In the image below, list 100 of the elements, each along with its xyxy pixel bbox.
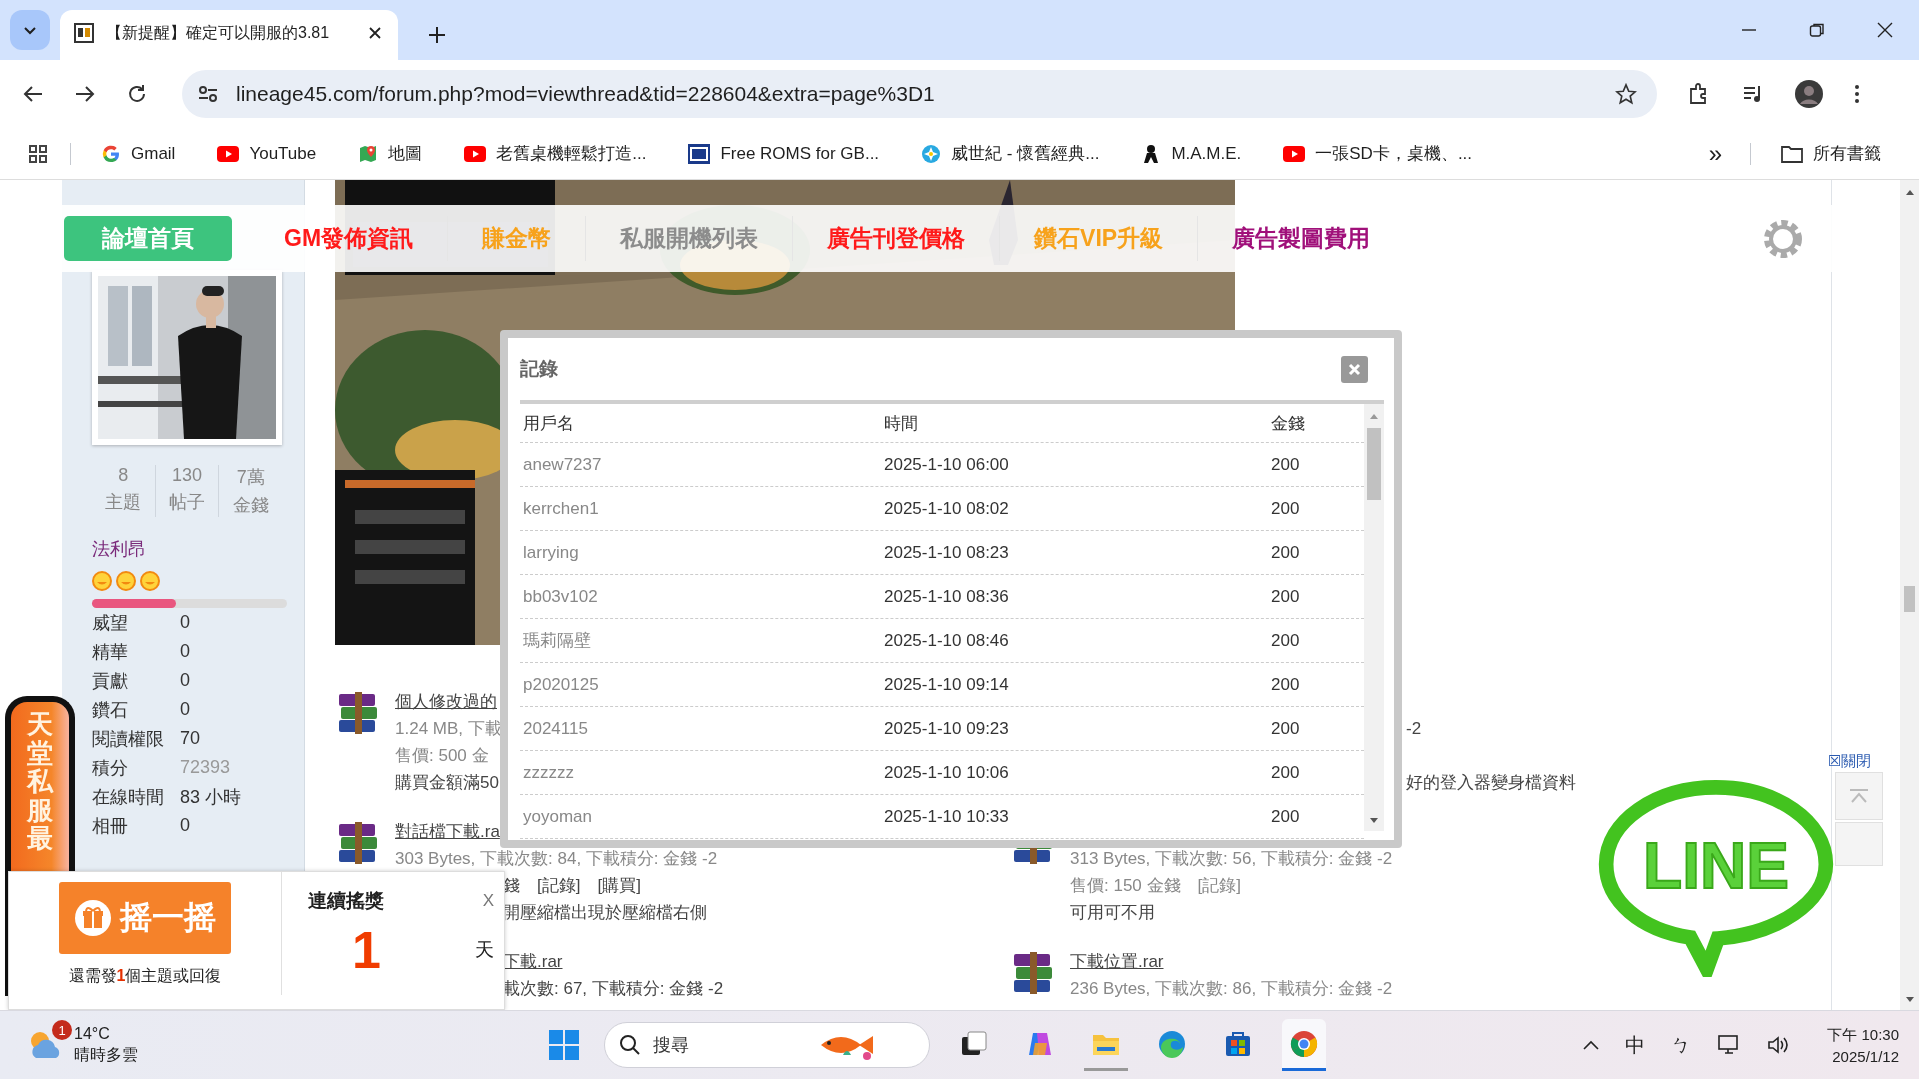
notification-badge: 1 xyxy=(52,1020,72,1040)
close-button[interactable] xyxy=(1341,355,1368,383)
attachment-link[interactable]: 下載位置.rar xyxy=(1070,950,1164,973)
attachment-text: 可用可不用 xyxy=(1070,902,1155,924)
bookmark-label: Gmail xyxy=(131,143,176,164)
scroll-down-icon[interactable] xyxy=(1369,817,1379,825)
bookmark-label: 威世紀 - 懷舊經典... xyxy=(951,143,1100,165)
user-group-link[interactable]: 法利昂 xyxy=(92,537,304,561)
start-icon[interactable] xyxy=(548,1029,580,1061)
attachment-text: 售價: 500 金 xyxy=(395,745,489,767)
table-cell-text: 2024115 xyxy=(522,718,589,739)
search-field[interactable]: 搜尋 xyxy=(651,1033,805,1057)
close-icon[interactable] xyxy=(368,26,382,40)
table-cell-text: bb03v102 xyxy=(522,586,599,607)
attachment-text: 好的登入器變身檔資料 xyxy=(1406,772,1576,794)
input-method-indicator[interactable]: 中 xyxy=(1625,1031,1646,1059)
video-play-icon xyxy=(1283,145,1306,162)
table-cell-text: 2025-1-10 09:14 xyxy=(883,674,1010,695)
browser-tab[interactable]: 【新提醒】確定可以開服的3.81 xyxy=(60,10,398,60)
tab-title: 【新提醒】確定可以開服的3.81 xyxy=(106,22,331,43)
close-icon xyxy=(1348,362,1361,376)
chevron-up-icon[interactable] xyxy=(1583,1040,1600,1050)
streak-count: 1 xyxy=(352,920,381,980)
globe-badge-icon xyxy=(921,143,942,164)
bookmark-label: 一張SD卡，桌機、... xyxy=(1315,143,1473,165)
attachment-link[interactable]: 個人修改過的 xyxy=(395,690,497,713)
bookmark-item[interactable]: Free ROMS for GB... xyxy=(680,139,888,168)
attachment-text: 236 Bytes, 下載次數: 86, 下載積分: 金錢 -2 xyxy=(1070,978,1393,1000)
more-bookmarks-button[interactable]: » xyxy=(1708,139,1722,168)
dialog-title: 記錄 xyxy=(520,357,558,381)
app-badge-icon xyxy=(688,143,711,164)
temperature: 14°C xyxy=(74,1024,111,1043)
page-scrollbar[interactable] xyxy=(1900,180,1919,1010)
bookmark-item[interactable]: 地圖 xyxy=(350,138,431,169)
all-bookmarks-button[interactable]: 所有書籤 xyxy=(1773,138,1889,169)
attachment-text: 1.24 MB, 下載 xyxy=(395,718,502,740)
scroll-down-icon[interactable] xyxy=(1904,996,1915,1004)
field-label: 閱讀權限 xyxy=(92,727,165,751)
address-bar[interactable]: lineage45.com/forum.php?mod=viewthread&tid=228604&extra=page%3D1 xyxy=(182,70,1657,118)
volume-icon[interactable] xyxy=(1767,1034,1790,1056)
scroll-thumb[interactable] xyxy=(1367,428,1381,500)
bookmark-item[interactable]: YouTube xyxy=(209,139,325,168)
new-tab-icon[interactable] xyxy=(428,26,446,44)
attachment-link[interactable]: 下載.rar xyxy=(503,950,563,973)
field-label: 相冊 xyxy=(92,814,129,838)
field-value: 0 xyxy=(180,699,190,720)
bookmark-item[interactable]: Gmail xyxy=(93,139,184,168)
field-label: 鑽石 xyxy=(92,698,129,722)
scrollbar[interactable] xyxy=(1364,404,1384,831)
attachment-link[interactable]: 對話檔下載.ra xyxy=(395,820,500,843)
google-g-icon xyxy=(101,143,121,164)
close-button[interactable]: X xyxy=(482,891,494,911)
folder-icon xyxy=(1781,144,1803,163)
search-icon xyxy=(619,1034,641,1056)
input-mode-indicator[interactable]: ㄅ xyxy=(1671,1031,1692,1059)
menu-icon[interactable] xyxy=(1853,83,1861,105)
chrome-icon xyxy=(1289,1028,1319,1059)
nav-link[interactable]: 廣告製圖費用 xyxy=(1198,216,1405,261)
table-cell-text: 瑪莉隔壁 xyxy=(522,630,592,652)
table-cell-text: kerrchen1 xyxy=(522,498,600,519)
field-label: 威望 xyxy=(92,611,129,635)
field-value: 70 xyxy=(180,728,201,749)
apps-grid-icon[interactable] xyxy=(28,143,48,164)
clock-date[interactable]: 2025/1/12 xyxy=(1832,1047,1899,1065)
streak-unit: 天 xyxy=(475,938,494,962)
field-value: 0 xyxy=(180,670,190,691)
field-value: 0 xyxy=(180,815,190,836)
bookmark-star-icon[interactable] xyxy=(1615,83,1637,105)
popup-title: 連續搖獎 xyxy=(308,889,384,913)
attachment-text: 售價: 150 金錢 [記錄] xyxy=(1070,875,1241,897)
attachment-text: -2 xyxy=(1406,718,1422,739)
table-cell-text: zzzzzz xyxy=(522,762,575,783)
restore-icon[interactable] xyxy=(1809,22,1825,38)
table-cell-text: 200 xyxy=(1270,630,1300,651)
field-value: 0 xyxy=(180,612,190,633)
bookmark-item[interactable]: 老舊桌機輕鬆打造... xyxy=(456,138,655,169)
field-label: 貢獻 xyxy=(92,669,129,693)
clock-time[interactable]: 下午 10:30 xyxy=(1827,1025,1899,1045)
table-cell-text: 200 xyxy=(1270,586,1300,607)
scroll-up-icon[interactable] xyxy=(1904,188,1915,196)
close-link[interactable]: ☒關閉 xyxy=(1828,752,1872,771)
table-cell-text: 200 xyxy=(1270,718,1300,739)
bookmark-item[interactable]: 威世紀 - 懷舊經典... xyxy=(913,138,1108,169)
url-text: lineage45.com/forum.php?mod=viewthread&tid=228604&extra=page%3D1 xyxy=(236,82,935,106)
table-cell-text: 2025-1-10 10:06 xyxy=(883,762,1010,783)
table-cell-text: 2025-1-10 10:33 xyxy=(883,806,1010,827)
close-icon[interactable] xyxy=(1877,22,1893,38)
bookmark-item[interactable]: 一張SD卡，桌機、... xyxy=(1275,138,1481,169)
profile-avatar-icon[interactable] xyxy=(1795,80,1823,108)
reload-icon[interactable] xyxy=(126,83,148,105)
table-cell-text: 2025-1-10 08:46 xyxy=(883,630,1010,651)
bookmark-item[interactable]: M.A.M.E. xyxy=(1133,139,1250,168)
bookmark-label: 地圖 xyxy=(388,143,423,165)
bookmark-label: YouTube xyxy=(249,143,317,164)
attachment-text: 303 Bytes, 下載次數: 84, 下載積分: 金錢 -2 xyxy=(395,848,718,870)
search-bar[interactable]: 搜尋 xyxy=(604,1022,930,1068)
scroll-thumb[interactable] xyxy=(1904,586,1915,612)
rank-icon xyxy=(92,571,112,591)
table-cell-text: 200 xyxy=(1270,454,1300,475)
table-cell-text: 200 xyxy=(1270,806,1300,827)
